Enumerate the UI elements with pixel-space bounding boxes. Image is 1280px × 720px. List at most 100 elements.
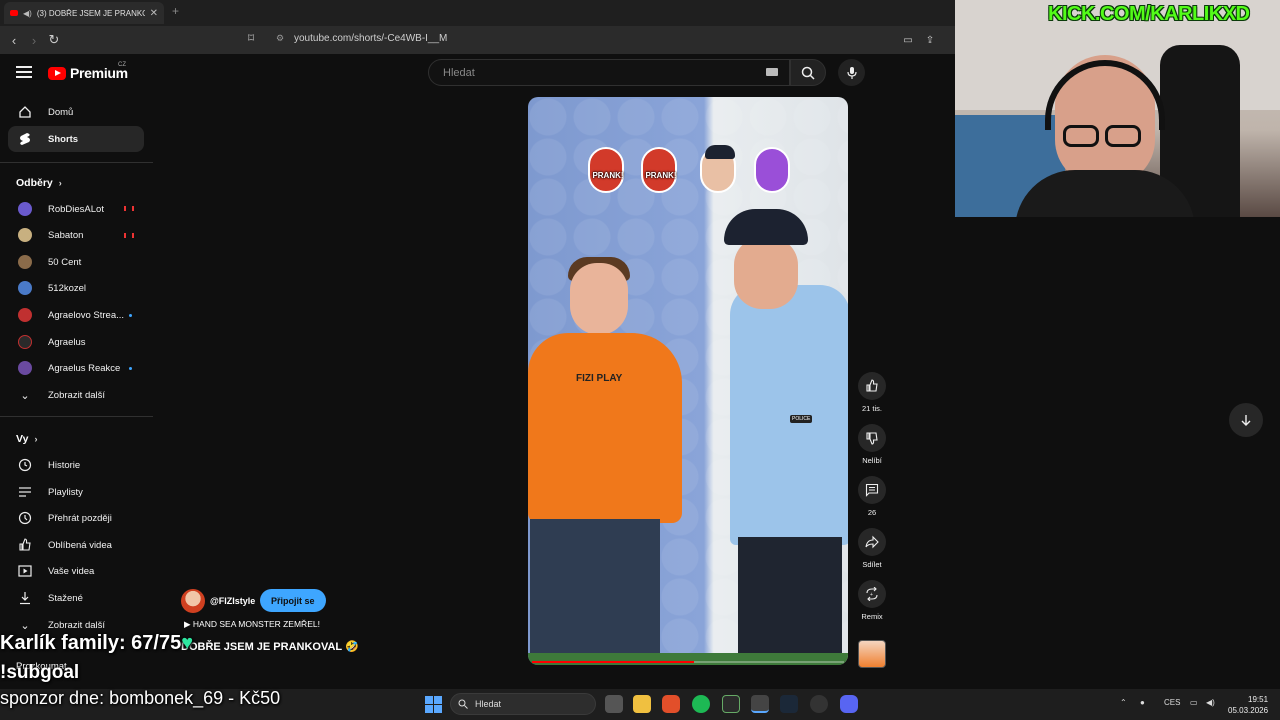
sidebar-item-sub[interactable]: Agraelus [8, 329, 144, 355]
sidebar-item-your-videos[interactable]: Vaše videa [8, 558, 144, 584]
file-explorer-icon[interactable] [633, 695, 651, 713]
dislike-button[interactable]: Nelíbí [857, 424, 887, 465]
like-button[interactable]: 21 tis. [857, 372, 887, 413]
arrow-down-icon [1241, 415, 1251, 426]
avatar [18, 335, 32, 349]
microphone-icon [846, 66, 857, 79]
search-button[interactable] [790, 59, 826, 86]
sponsor-overlay: sponzor dne: bombonek_69 - Kč50 [0, 688, 281, 708]
you-header-label: Vy [16, 433, 29, 445]
short-video-player[interactable]: PRANK! PRANK! FIZI PLAY POLICE [528, 97, 848, 665]
youtube-logo[interactable]: Premium [48, 65, 128, 81]
share-icon [865, 535, 879, 549]
volume-icon[interactable]: ◀) [1206, 698, 1215, 707]
comments-button[interactable]: 26 [857, 476, 887, 517]
sidebar-show-more-subs[interactable]: ⌄ Zobrazit další [8, 382, 144, 408]
avatar [18, 361, 32, 375]
brave-browser-icon[interactable] [662, 695, 680, 713]
sidebar-item-label: Agraelovo Strea... [48, 309, 125, 321]
hamburger-menu-icon[interactable] [16, 66, 32, 81]
chevron-down-icon: ⌄ [20, 389, 30, 402]
app-icon[interactable] [722, 695, 740, 713]
channel-name[interactable]: @FIZIstyle [210, 596, 255, 606]
browser-tabbar: ◀) (3) DOBŘE JSEM JE PRANKOVAL ✕ + [0, 0, 955, 26]
face-label: PRANK! [645, 171, 677, 180]
prank-face-2: PRANK! [641, 147, 677, 193]
remix-label: Remix [861, 612, 883, 621]
mic-tray-icon[interactable]: ● [1140, 698, 1145, 707]
sound-thumbnail[interactable] [858, 640, 886, 668]
avatar [18, 202, 32, 216]
new-content-dot [129, 367, 132, 370]
sidebar-item-playlists[interactable]: Playlisty [8, 479, 144, 505]
sidebar-item-downloads[interactable]: Stažené [8, 585, 144, 611]
browser-tab[interactable]: ◀) (3) DOBŘE JSEM JE PRANKOVAL ✕ [4, 2, 164, 24]
spotify-icon[interactable] [692, 695, 710, 713]
police-face [700, 145, 736, 193]
you-header[interactable]: Vy › [16, 433, 37, 445]
sidebar-item-label: Vaše videa [48, 565, 95, 577]
sidebar-item-history[interactable]: Historie [8, 452, 144, 478]
region-code: CZ [118, 62, 126, 68]
network-icon[interactable]: ▭ [1190, 698, 1198, 707]
play-icon: ▶ [184, 619, 193, 629]
sidebar-item-sub[interactable]: 50 Cent [8, 249, 144, 275]
live-icon [124, 233, 134, 238]
new-content-dot [129, 314, 132, 317]
police-badge: POLICE [790, 415, 813, 423]
sidebar-item-label: Agraelus Reakce [48, 362, 121, 374]
browser-addressbar: ‹ › ↻ ⌑ ⚙ youtube.com/shorts/-Ce4WB-I__M… [0, 26, 955, 54]
taskbar-search[interactable]: Hledat [450, 693, 596, 715]
windows-start-icon[interactable] [425, 696, 442, 713]
tray-chevron-icon[interactable]: ⌃ [1120, 698, 1127, 707]
sidebar-item-sub[interactable]: Agraelovo Strea... [8, 302, 144, 328]
taskbar-clock[interactable]: 19:51 05.03.2026 [1228, 694, 1268, 716]
share-button[interactable]: Sdílet [857, 528, 887, 569]
next-short-button[interactable] [1229, 403, 1263, 437]
comment-count: 26 [867, 508, 877, 517]
sidebar-item-label: 50 Cent [48, 256, 82, 268]
chevron-down-icon: ⌄ [20, 619, 30, 632]
video-progress-bar[interactable] [532, 661, 844, 663]
sidebar-item-sub[interactable]: Agraelus Reakce [8, 355, 144, 381]
bookmark-icon[interactable]: ⌑ [248, 31, 254, 45]
new-tab-icon[interactable]: + [172, 4, 179, 18]
music-line[interactable]: ▶ HAND SEA MONSTER ZEMŘEL! [184, 619, 320, 630]
speaker-icon[interactable]: ◀) [23, 9, 32, 18]
task-view-icon[interactable] [605, 695, 623, 713]
steam-icon[interactable] [780, 695, 798, 713]
sidebar-item-sub[interactable]: 512kozel [8, 275, 144, 301]
app-icon[interactable] [810, 695, 828, 713]
obs-icon[interactable] [751, 695, 769, 713]
dislike-icon [866, 432, 878, 445]
site-info-icon[interactable]: ⚙ [276, 33, 284, 44]
channel-avatar[interactable] [181, 589, 205, 613]
share-page-icon[interactable]: ⇪ [920, 30, 940, 50]
remix-button[interactable]: + Remix [857, 580, 887, 621]
url-field[interactable]: youtube.com/shorts/-Ce4WB-I__M [294, 33, 447, 44]
forward-icon[interactable]: › [24, 30, 44, 50]
voice-search-button[interactable] [838, 59, 865, 86]
sidebar-item-liked[interactable]: Oblíbená videa [8, 532, 144, 558]
search-icon [458, 699, 468, 709]
back-icon[interactable]: ‹ [4, 30, 24, 50]
search-input[interactable]: Hledat [428, 59, 790, 86]
face-label: PRANK! [592, 171, 624, 180]
close-tab-icon[interactable]: ✕ [150, 8, 158, 19]
discord-icon[interactable] [840, 695, 858, 713]
prank-face-1: PRANK! [588, 147, 624, 193]
girl-face [754, 147, 790, 193]
avatar [18, 255, 32, 269]
sidebar-item-label: Přehrát později [48, 512, 112, 524]
sidebar-item-watch-later[interactable]: Přehrát později [8, 505, 144, 531]
share-label: Sdílet [862, 560, 882, 569]
subscriptions-header[interactable]: Odběry › [16, 177, 62, 189]
cast-icon[interactable]: ▭ [898, 30, 918, 50]
sidebar-item-shorts[interactable]: Shorts [8, 126, 144, 152]
join-button[interactable]: Připojit se [260, 589, 326, 612]
short-title[interactable]: DOBŘE JSEM JE PRANKOVAL 🤣 [181, 640, 359, 653]
language-indicator[interactable]: CES [1164, 698, 1180, 707]
keyboard-icon[interactable] [766, 68, 778, 76]
reload-icon[interactable]: ↻ [44, 30, 64, 50]
sidebar-item-home[interactable]: Domů [8, 99, 144, 125]
